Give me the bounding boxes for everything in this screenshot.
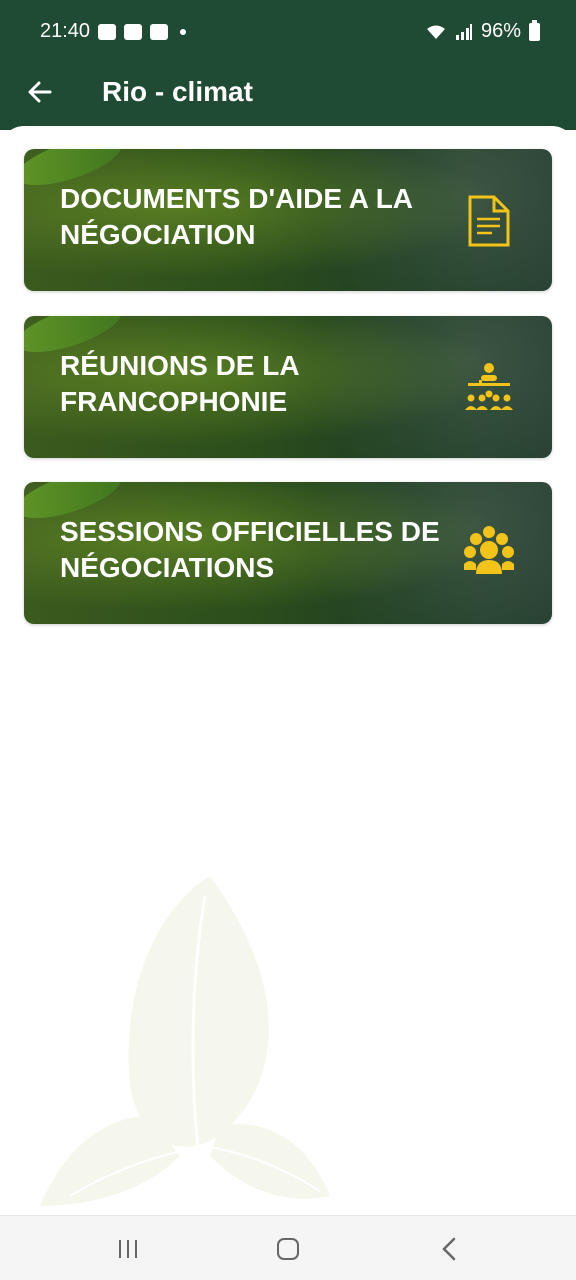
system-nav-bar (0, 1215, 576, 1280)
card-label: SESSIONS OFFICIELLES DE NÉGOCIATIONS (60, 516, 440, 583)
notification-icons (98, 24, 186, 40)
status-bar: 21:40 96% (0, 0, 576, 64)
back-button[interactable] (18, 70, 62, 114)
signal-icon (455, 23, 472, 40)
chevron-left-icon (442, 1237, 456, 1261)
card-documents[interactable]: DOCUMENTS D'AIDE A LA NÉGOCIATION (24, 149, 552, 291)
arrow-left-icon (28, 81, 52, 103)
check-icon (124, 24, 142, 40)
card-label: DOCUMENTS D'AIDE A LA NÉGOCIATION (60, 183, 412, 250)
battery-percent: 96% (480, 20, 521, 42)
recents-icon (119, 1240, 137, 1258)
status-time: 21:40 (40, 20, 91, 42)
document-icon (468, 195, 510, 247)
meeting-icon (465, 363, 513, 410)
battery-icon (529, 19, 540, 41)
more-notifications-icon (180, 29, 186, 35)
content-area: DOCUMENTS D'AIDE A LA NÉGOCIATION RÉUNIO… (0, 126, 576, 1216)
home-button[interactable] (268, 1234, 308, 1264)
youtube-icon (150, 24, 168, 40)
leaf-watermark (40, 876, 330, 1206)
group-icon (464, 526, 514, 574)
wifi-icon (426, 25, 445, 39)
card-francophonie[interactable]: RÉUNIONS DE LA FRANCOPHONIE (24, 316, 552, 458)
app-bar: Rio - climat (0, 64, 576, 130)
gallery-icon (98, 24, 116, 40)
home-icon (277, 1238, 299, 1260)
page-title: Rio - climat (102, 76, 253, 107)
card-sessions[interactable]: SESSIONS OFFICIELLES DE NÉGOCIATIONS (24, 482, 552, 624)
system-icons: 96% (425, 19, 540, 43)
recents-button[interactable] (108, 1234, 148, 1264)
back-nav-button[interactable] (430, 1234, 470, 1264)
card-label: RÉUNIONS DE LA FRANCOPHONIE (60, 350, 299, 417)
